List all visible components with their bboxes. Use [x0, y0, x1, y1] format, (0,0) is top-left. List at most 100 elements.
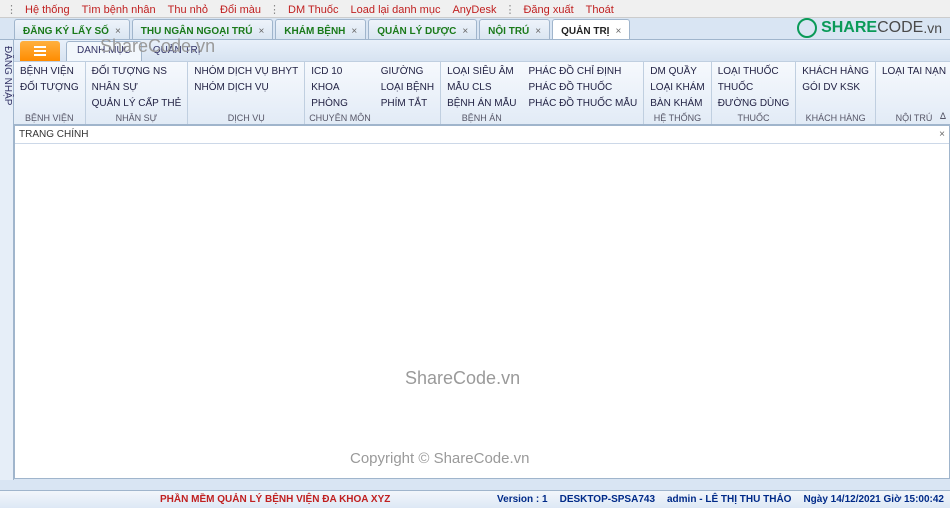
ribbon-app-button[interactable]	[20, 41, 60, 61]
group-caption: HỆ THỐNG	[648, 112, 706, 123]
cmd-phim-tat[interactable]: PHÍM TẮT	[379, 96, 436, 112]
sharecode-logo: SHARECODE.vn	[797, 18, 942, 38]
cmd-duong-dung[interactable]: ĐƯỜNG DÙNG	[716, 96, 792, 112]
cmd-benh-vien[interactable]: BỆNH VIỆN	[18, 64, 81, 80]
ribbon-tabstrip: DANH MỤC QUẢN TRỊ	[14, 40, 950, 62]
ribbon: DANH MỤC QUẢN TRỊ BỆNH VIỆN ĐỐI TƯỢNG BỆ…	[14, 40, 950, 125]
content-area: TRANG CHÍNH ×	[14, 125, 950, 479]
cmd-loai-benh[interactable]: LOẠI BỆNH	[379, 80, 436, 96]
cmd-doi-tuong-ns[interactable]: ĐỐI TƯỢNG NS	[90, 64, 184, 80]
cmd-giuong[interactable]: GIƯỜNG	[379, 64, 436, 80]
menu-item[interactable]: Thoát	[580, 4, 620, 16]
ribbon-group-dich-vu: NHÓM DỊCH VỤ BHYT NHÓM DỊCH VỤ DỊCH VỤ	[188, 62, 305, 124]
cmd-loai-thuoc[interactable]: LOẠI THUỐC	[716, 64, 792, 80]
logo-share: SHARE	[821, 19, 877, 37]
status-datetime: Ngày 14/12/2021 Giờ 15:00:42	[803, 494, 944, 505]
status-appname: PHẦN MỀM QUẢN LÝ BỆNH VIỆN ĐA KHOA XYZ	[0, 494, 390, 505]
close-icon[interactable]: ×	[939, 129, 945, 140]
group-caption: CHUYÊN MÔN	[309, 112, 371, 123]
cmd-nhom-dv-bhyt[interactable]: NHÓM DỊCH VỤ BHYT	[192, 64, 300, 80]
sidebar-login-tab[interactable]: ĐĂNG NHẬP	[0, 40, 14, 480]
menu-sep: ⋮	[4, 3, 19, 16]
cmd-mau-cls[interactable]: MẪU CLS	[445, 80, 518, 96]
cmd-khach-hang[interactable]: KHÁCH HÀNG	[800, 64, 871, 80]
close-icon[interactable]: ×	[535, 26, 541, 37]
group-caption: KHÁCH HÀNG	[800, 112, 871, 123]
cmd-phac-do-thuoc[interactable]: PHÁC ĐỒ THUỐC	[527, 80, 640, 96]
close-icon[interactable]: ×	[115, 26, 121, 37]
menu-item[interactable]: Load lại danh mục	[345, 4, 447, 16]
tab-label: ĐĂNG KÝ LẤY SỐ	[23, 26, 109, 37]
close-icon[interactable]: ×	[258, 26, 264, 37]
menu-item[interactable]: DM Thuốc	[282, 4, 345, 16]
menu-item[interactable]: Tìm bệnh nhân	[76, 4, 162, 16]
group-caption: BỆNH VIỆN	[18, 112, 81, 123]
sharecode-logo-icon	[797, 18, 817, 38]
tab-label: QUẢN LÝ DƯỢC	[377, 26, 456, 37]
cmd-benh-an-mau[interactable]: BỆNH ÁN MẪU	[445, 96, 518, 112]
group-caption: BỆNH ÁN	[445, 112, 518, 123]
cmd-goi-dv-ksk[interactable]: GÓI DV KSK	[800, 80, 871, 96]
ribbon-body: BỆNH VIỆN ĐỐI TƯỢNG BỆNH VIỆN ĐỐI TƯỢNG …	[14, 62, 950, 124]
menu-item[interactable]: Hệ thống	[19, 4, 76, 16]
cmd-phong[interactable]: PHÒNG	[309, 96, 371, 112]
ribbon-tab-quan-tri[interactable]: QUẢN TRỊ	[142, 41, 212, 61]
main-menubar: ⋮ Hệ thống Tìm bệnh nhân Thu nhỏ Đổi màu…	[0, 0, 950, 18]
cmd-nhom-dv[interactable]: NHÓM DỊCH VỤ	[192, 80, 300, 96]
cmd-thuoc[interactable]: THUỐC	[716, 80, 792, 96]
cmd-loai-tai-nan[interactable]: LOẠI TAI NẠN	[880, 64, 948, 80]
tab-label: QUẢN TRỊ	[561, 26, 609, 37]
tab-noi-tru[interactable]: NỘI TRÚ ×	[479, 19, 550, 39]
content-tab-label: TRANG CHÍNH	[19, 129, 88, 140]
tab-label: KHÁM BỆNH	[284, 26, 345, 37]
ribbon-group-khach-hang: KHÁCH HÀNG GÓI DV KSK KHÁCH HÀNG	[796, 62, 876, 124]
ribbon-group-nhan-su: ĐỐI TƯỢNG NS NHÂN SỰ QUẢN LÝ CẤP THẺ NHÂ…	[86, 62, 189, 124]
group-caption: NHÂN SỰ	[90, 112, 184, 123]
status-desktop: DESKTOP-SPSA743	[560, 494, 655, 505]
tab-quan-tri[interactable]: QUẢN TRỊ ×	[552, 19, 630, 39]
ribbon-tab-danh-muc[interactable]: DANH MỤC	[66, 41, 142, 61]
tab-quan-ly-duoc[interactable]: QUẢN LÝ DƯỢC ×	[368, 19, 477, 39]
cmd-quan-ly-cap-the[interactable]: QUẢN LÝ CẤP THẺ	[90, 96, 184, 112]
ribbon-group-he-thong: DM QUẦY LOẠI KHÁM BÀN KHÁM HỆ THỐNG	[644, 62, 711, 124]
group-caption: NỘI TRÚ	[880, 112, 948, 123]
ribbon-group-benh-vien: BỆNH VIỆN ĐỐI TƯỢNG BỆNH VIỆN	[14, 62, 86, 124]
tab-dang-ky-lay-so[interactable]: ĐĂNG KÝ LẤY SỐ ×	[14, 19, 130, 39]
ribbon-group-chuyen-mon-b: GIƯỜNG LOẠI BỆNH PHÍM TẮT	[375, 62, 441, 124]
ribbon-collapse-icon[interactable]: ᐃ	[940, 111, 946, 122]
menu-item[interactable]: Đăng xuất	[517, 4, 579, 16]
group-caption	[527, 112, 640, 123]
close-icon[interactable]: ×	[462, 26, 468, 37]
content-tab[interactable]: TRANG CHÍNH ×	[15, 126, 949, 144]
cmd-icd10[interactable]: ICD 10	[309, 64, 371, 80]
cmd-doi-tuong[interactable]: ĐỐI TƯỢNG	[18, 80, 81, 96]
cmd-dm-quay[interactable]: DM QUẦY	[648, 64, 706, 80]
cmd-phac-do-chi-dinh[interactable]: PHÁC ĐỒ CHỈ ĐỊNH	[527, 64, 640, 80]
cmd-ban-kham[interactable]: BÀN KHÁM	[648, 96, 706, 112]
menu-item[interactable]: Thu nhỏ	[162, 4, 214, 16]
cmd-loai-sieu-am[interactable]: LOẠI SIÊU ÂM	[445, 64, 518, 80]
menu-item[interactable]: AnyDesk	[446, 4, 502, 16]
group-caption	[379, 112, 436, 123]
logo-vn: .vn	[923, 20, 942, 36]
tab-thu-ngan-ngoai-tru[interactable]: THU NGÂN NGOẠI TRÚ ×	[132, 19, 274, 39]
logo-code: CODE	[877, 19, 923, 37]
ribbon-group-thuoc: LOẠI THUỐC THUỐC ĐƯỜNG DÙNG THUỐC	[712, 62, 797, 124]
menu-sep: ⋮	[267, 3, 282, 16]
ribbon-group-chuyen-mon-a: ICD 10 KHOA PHÒNG CHUYÊN MÔN	[305, 62, 375, 124]
ribbon-group-benh-an-a: LOẠI SIÊU ÂM MẪU CLS BỆNH ÁN MẪU BỆNH ÁN	[441, 62, 522, 124]
app-menu-icon	[33, 45, 47, 57]
status-user: admin - LÊ THỊ THU THẢO	[667, 494, 791, 505]
tab-label: NỘI TRÚ	[488, 26, 529, 37]
menu-item[interactable]: Đổi màu	[214, 4, 267, 16]
tab-kham-benh[interactable]: KHÁM BỆNH ×	[275, 19, 366, 39]
cmd-phac-do-thuoc-mau[interactable]: PHÁC ĐỒ THUỐC MẪU	[527, 96, 640, 112]
close-icon[interactable]: ×	[351, 26, 357, 37]
ribbon-group-benh-an-b: PHÁC ĐỒ CHỈ ĐỊNH PHÁC ĐỒ THUỐC PHÁC ĐỒ T…	[523, 62, 645, 124]
tab-label: THU NGÂN NGOẠI TRÚ	[141, 26, 253, 37]
cmd-nhan-su[interactable]: NHÂN SỰ	[90, 80, 184, 96]
cmd-khoa[interactable]: KHOA	[309, 80, 371, 96]
close-icon[interactable]: ×	[615, 26, 621, 37]
menu-sep: ⋮	[502, 3, 517, 16]
cmd-loai-kham[interactable]: LOẠI KHÁM	[648, 80, 706, 96]
